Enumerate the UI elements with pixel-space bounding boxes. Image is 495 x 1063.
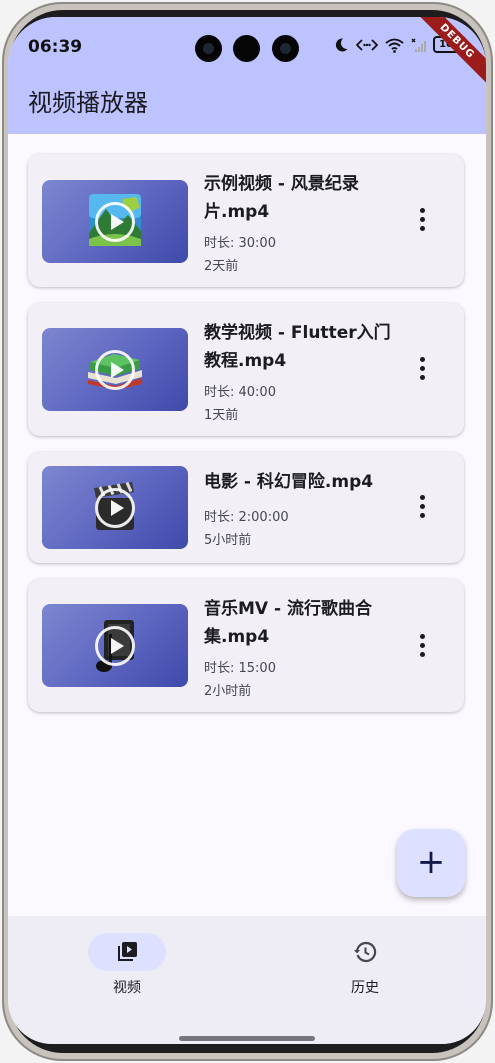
video-time-ago: 1天前: [204, 408, 239, 423]
video-time-ago: 2天前: [204, 259, 239, 274]
wifi-icon: [385, 38, 404, 53]
signal-icon: [411, 38, 426, 52]
video-thumbnail[interactable]: [42, 466, 188, 549]
front-camera-secondary: [272, 35, 299, 62]
bottom-navigation: 视频 历史: [8, 916, 486, 1044]
video-time-ago: 5小时前: [204, 533, 252, 548]
video-library-icon: [118, 942, 137, 961]
video-title: 教学视频 - Flutter入门教程.mp4: [204, 323, 391, 371]
video-title: 示例视频 - 风景纪录片.mp4: [204, 174, 359, 222]
front-camera: [195, 35, 222, 62]
video-duration: 时长: 2:00:00: [204, 510, 289, 525]
status-time: 06:39: [28, 37, 83, 57]
video-title: 电影 - 科幻冒险.mp4: [204, 472, 374, 492]
add-icon: +: [416, 842, 446, 882]
video-duration: 时长: 40:00: [204, 385, 276, 400]
front-sensor: [233, 35, 260, 62]
more-options-icon[interactable]: [414, 208, 430, 234]
nav-label-videos: 视频: [113, 980, 141, 996]
video-duration: 时长: 15:00: [204, 661, 276, 676]
screen: 06:39 100: [8, 17, 486, 1044]
home-indicator[interactable]: [179, 1036, 315, 1041]
play-icon: [95, 202, 135, 242]
video-thumbnail[interactable]: [42, 604, 188, 687]
video-card[interactable]: 音乐MV - 流行歌曲合集.mp4 时长: 15:00 2小时前: [28, 579, 464, 712]
video-time-ago: 2小时前: [204, 684, 252, 699]
history-icon: [354, 941, 377, 963]
status-icons: [333, 37, 429, 53]
add-video-button[interactable]: +: [397, 829, 465, 897]
video-thumbnail[interactable]: [42, 328, 188, 411]
nav-label-history: 历史: [351, 980, 379, 996]
video-title: 音乐MV - 流行歌曲合集.mp4: [204, 599, 372, 647]
nav-item-videos[interactable]: 视频: [67, 916, 187, 996]
data-transfer-icon: [356, 39, 378, 51]
debug-banner: DEBUG: [408, 17, 486, 90]
page-title: 视频播放器: [28, 89, 148, 117]
nav-item-history[interactable]: 历史: [305, 916, 425, 996]
play-icon: [95, 626, 135, 666]
play-icon: [95, 350, 135, 390]
video-duration: 时长: 30:00: [204, 236, 276, 251]
play-icon: [95, 488, 135, 528]
video-card[interactable]: 教学视频 - Flutter入门教程.mp4 时长: 40:00 1天前: [28, 303, 464, 436]
video-card[interactable]: 示例视频 - 风景纪录片.mp4 时长: 30:00 2天前: [28, 154, 464, 287]
more-options-icon[interactable]: [414, 495, 430, 521]
more-options-icon[interactable]: [414, 634, 430, 660]
video-thumbnail[interactable]: [42, 180, 188, 263]
app-bar: 06:39 100: [8, 17, 486, 134]
video-card[interactable]: 电影 - 科幻冒险.mp4 时长: 2:00:00 5小时前: [28, 452, 464, 563]
moon-icon: [335, 38, 348, 52]
more-options-icon[interactable]: [414, 357, 430, 383]
